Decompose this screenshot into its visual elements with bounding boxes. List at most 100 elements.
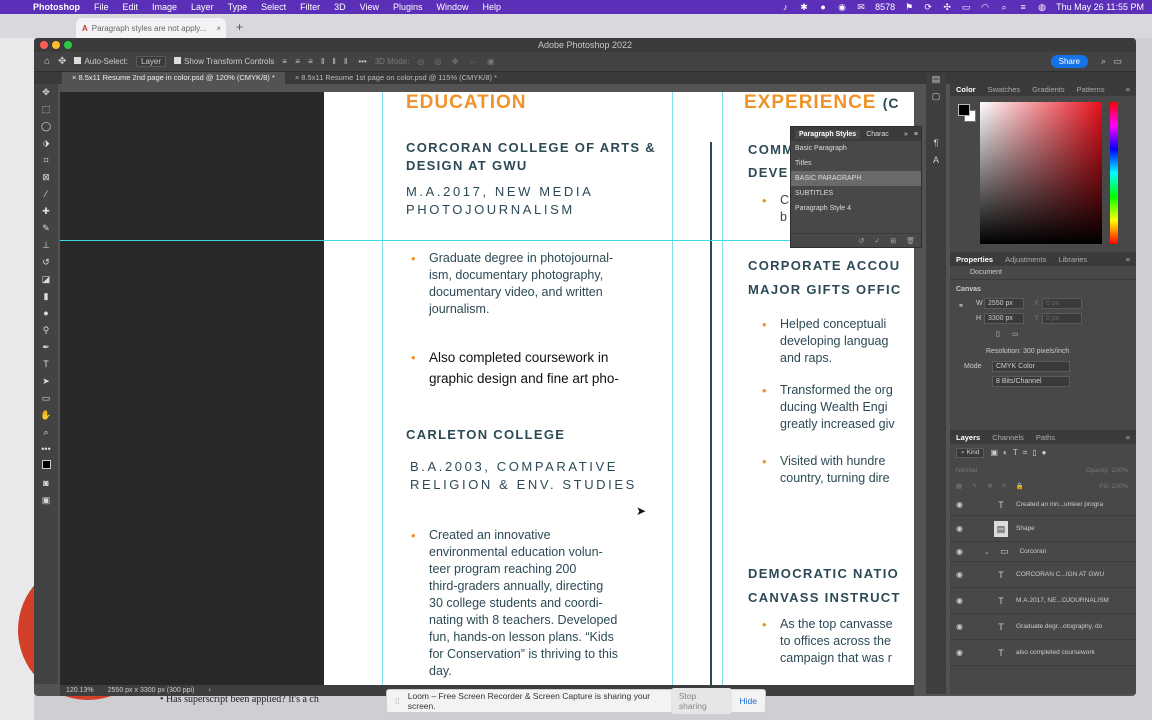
object-select-tool-icon[interactable]: ⬗	[34, 135, 58, 152]
menu-image[interactable]: Image	[145, 2, 184, 12]
mode-dropdown[interactable]: CMYK Color	[992, 361, 1070, 372]
panel-menu-icon[interactable]: ≡	[1126, 255, 1130, 264]
exp-title-democratic[interactable]: DEMOCRATIC NATIO CANVASS INSTRUCT	[748, 562, 901, 610]
eyedropper-tool-icon[interactable]: ⁄	[34, 186, 58, 203]
eye-icon[interactable]: ◉	[956, 596, 966, 605]
more-tools-icon[interactable]: •••	[34, 441, 58, 458]
home-icon[interactable]: ⌂	[44, 56, 50, 67]
exp-2-bullet-3[interactable]: Visited with hundrecountry, turning dire	[762, 453, 889, 487]
frame-tool-icon[interactable]: ⊠	[34, 169, 58, 186]
degree-ba-2003[interactable]: B.A.2003, COMPARATIVE RELIGION & ENV. STU…	[410, 458, 637, 494]
menu-window[interactable]: Window	[430, 2, 476, 12]
loom-icon[interactable]: ✱	[799, 2, 809, 12]
menu-filter[interactable]: Filter	[293, 2, 327, 12]
new-style-icon[interactable]: ⊞	[890, 237, 896, 245]
stop-sharing-button[interactable]: Stop sharing	[670, 688, 732, 714]
tab-patterns[interactable]: Patterns	[1077, 85, 1105, 94]
workspace-icon[interactable]: ▭	[1113, 56, 1122, 67]
doc-tab-active[interactable]: × 8.5x11 Resume 2nd page in color.psd @ …	[62, 72, 285, 84]
para-style-basic[interactable]: Basic Paragraph	[791, 141, 921, 156]
lasso-tool-icon[interactable]: ◯	[34, 118, 58, 135]
healing-tool-icon[interactable]: ✚	[34, 203, 58, 220]
menubar-clock[interactable]: Thu May 26 11:55 PM	[1056, 2, 1144, 12]
blend-mode-dropdown[interactable]: Normal	[956, 467, 977, 474]
eye-icon[interactable]: ◉	[956, 648, 966, 657]
share-button[interactable]: Share	[1050, 55, 1088, 68]
menu-type[interactable]: Type	[221, 2, 255, 12]
layer-row[interactable]: ◉ T Created an inn...unteer progra	[950, 494, 1136, 516]
comments-panel-icon[interactable]: ▢	[926, 91, 946, 108]
menu-layer[interactable]: Layer	[184, 2, 221, 12]
eraser-tool-icon[interactable]: ◪	[34, 271, 58, 288]
zoom-level[interactable]: 120.13%	[66, 685, 94, 696]
opacity-field[interactable]: Opacity: 100%	[1086, 467, 1136, 474]
mail-icon[interactable]: ✉	[856, 2, 866, 12]
screen-mode-icon[interactable]: ▣	[34, 492, 58, 509]
chevron-right-icon[interactable]: ›	[208, 685, 210, 696]
eye-icon[interactable]: ◉	[956, 547, 966, 556]
tab-paths[interactable]: Paths	[1036, 433, 1055, 442]
doc-tab-inactive[interactable]: × 8.5x11 Resume 1st page on color.psd @ …	[285, 72, 507, 84]
layer-group-row[interactable]: ◉ ⌄ ▭ Corcoran	[950, 542, 1136, 562]
chevron-down-icon[interactable]: ⌄	[984, 548, 989, 556]
shape-tool-icon[interactable]: ▭	[34, 390, 58, 407]
exp-1-bullet[interactable]: Cb	[762, 192, 789, 226]
degree-ma-2017[interactable]: M.A.2017, NEW MEDIA PHOTOJOURNALISM	[406, 183, 593, 219]
brush-tool-icon[interactable]: ✎	[34, 220, 58, 237]
redefine-style-icon[interactable]: ✓	[874, 237, 880, 245]
exp-title-1[interactable]: COMM DEVE	[748, 138, 794, 184]
experience-heading[interactable]: EXPERIENCE (C	[744, 92, 900, 114]
menu-help[interactable]: Help	[476, 2, 509, 12]
hue-slider[interactable]	[1110, 102, 1118, 244]
school-corcoran[interactable]: CORCORAN COLLEGE OF ARTS & DESIGN AT GWU	[406, 139, 656, 175]
tab-layers[interactable]: Layers	[956, 433, 980, 442]
mic-icon[interactable]: ♪	[780, 2, 790, 12]
height-field[interactable]: 3300 px	[984, 313, 1024, 324]
color-swatches-icon[interactable]	[34, 458, 58, 475]
history-brush-icon[interactable]: ↺	[34, 254, 58, 271]
trash-icon[interactable]: 🗑	[906, 237, 915, 245]
eye-icon[interactable]: ◉	[956, 622, 966, 631]
search-icon[interactable]: ⌕	[1101, 56, 1106, 67]
width-field[interactable]: 2550 px	[984, 298, 1024, 309]
auto-select-checkbox[interactable]: Auto-Select:	[74, 57, 128, 66]
menu-3d[interactable]: 3D	[327, 2, 353, 12]
para-style-titles[interactable]: Titles	[791, 156, 921, 171]
layer-row[interactable]: ◉ T also completed coursework	[950, 640, 1136, 666]
dodge-tool-icon[interactable]: ⚲	[34, 322, 58, 339]
exp-title-corporate[interactable]: CORPORATE ACCOU MAJOR GIFTS OFFIC	[748, 254, 902, 302]
type-tool-icon[interactable]: T	[34, 356, 58, 373]
layer-row[interactable]: ◉ T M.A.2017, NE...OJOURNALISM	[950, 588, 1136, 614]
align-icons[interactable]: ≡ ≡ ≡ ‖ ‖ ‖	[282, 57, 350, 66]
messages-icon[interactable]: ◉	[837, 2, 847, 12]
layer-row[interactable]: ◉ ▤ Shape	[950, 516, 1136, 542]
eye-icon[interactable]: ◉	[956, 500, 966, 509]
zoom-tool-icon[interactable]: ⌕	[34, 424, 58, 441]
layer-row[interactable]: ◉ T CORCORAN C...IGN AT GWU	[950, 562, 1136, 588]
battery-icon[interactable]: ▭	[961, 2, 971, 12]
tab-properties[interactable]: Properties	[956, 255, 993, 264]
layer-filter-icons[interactable]: ▣◐T⌗▯●	[990, 448, 1051, 458]
eye-icon[interactable]: ◉	[956, 524, 966, 533]
exp-3-bullet-1[interactable]: As the top canvasseto offices across the…	[762, 616, 893, 667]
tab-swatches[interactable]: Swatches	[988, 85, 1021, 94]
clear-override-icon[interactable]: ↺	[858, 237, 864, 245]
hand-tool-icon[interactable]: ✋	[34, 407, 58, 424]
menu-edit[interactable]: Edit	[116, 2, 146, 12]
landscape-icon[interactable]: ▭	[1012, 330, 1019, 338]
color-picker-field[interactable]	[980, 102, 1102, 244]
wifi-icon[interactable]: ◠	[980, 2, 990, 12]
zoom-icon[interactable]: ●	[818, 2, 828, 12]
bit-depth-dropdown[interactable]: 8 Bits/Channel	[992, 376, 1070, 387]
para-style-subtitles[interactable]: SUBTITLES	[791, 186, 921, 201]
exp-2-bullet-1[interactable]: Helped conceptualideveloping languagand …	[762, 316, 889, 367]
menu-select[interactable]: Select	[254, 2, 293, 12]
control-center-icon[interactable]: ≡	[1018, 2, 1028, 12]
crop-tool-icon[interactable]: ⌗	[34, 152, 58, 169]
browser-tab[interactable]: A Paragraph styles are not apply... ×	[76, 18, 226, 38]
hide-button[interactable]: Hide	[740, 696, 765, 706]
layer-row[interactable]: ◉ T Graduate degr...otography, do	[950, 614, 1136, 640]
eye-icon[interactable]: ◉	[956, 570, 966, 579]
panel-menu-icon[interactable]: ≡	[1126, 433, 1130, 442]
spotlight-icon[interactable]: ⌕	[999, 2, 1009, 12]
